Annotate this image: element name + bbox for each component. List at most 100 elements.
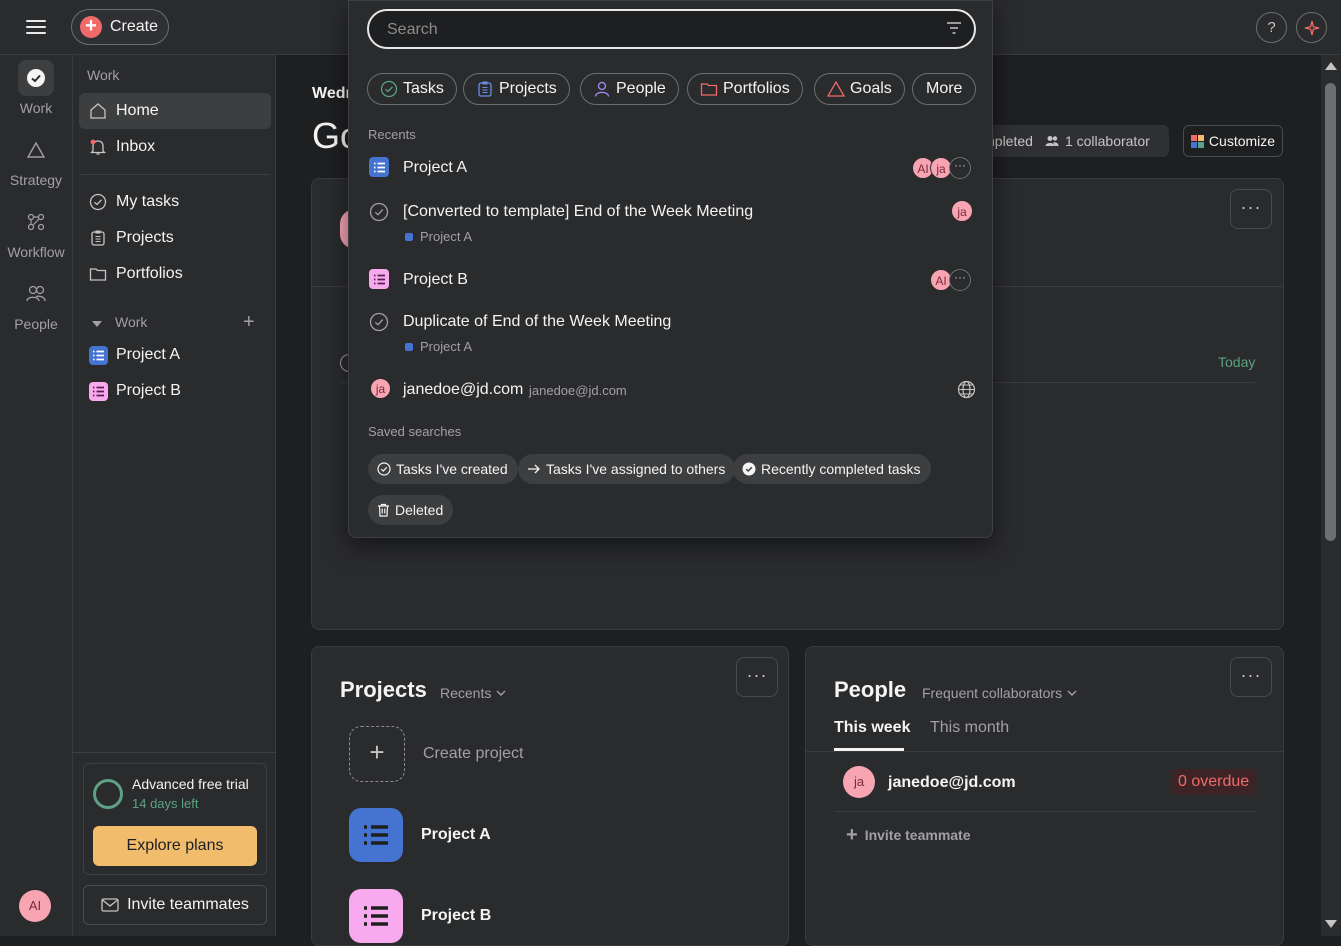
ai-sparkle-button[interactable] [1296,12,1327,43]
avatar[interactable]: ja [843,766,875,798]
sidebar: Work Home Inbox My tasks Projects Portfo… [72,55,276,936]
overdue-badge: 0 overdue [1172,769,1256,795]
plus-icon: + [846,824,858,846]
rail-item-strategy[interactable]: Strategy [0,132,72,188]
search-box[interactable] [367,9,976,49]
chevron-down-icon [1067,690,1077,696]
left-rail: Work Strategy Workflow People AI [0,55,72,936]
recent-item[interactable]: Project B AI ··· [359,263,983,297]
filter-icon[interactable] [946,21,962,35]
help-button[interactable]: ? [1256,12,1287,43]
project-a-tile[interactable] [349,808,403,862]
recent-item[interactable]: Duplicate of End of the Week Meeting Pro… [359,306,983,362]
saved-search-completed[interactable]: Recently completed tasks [733,454,931,484]
list-icon [88,345,108,365]
scroll-up-arrow-icon[interactable] [1324,61,1338,71]
check-circle-icon [369,312,389,337]
recent-project-tag: Project A [405,339,472,354]
chip-projects[interactable]: Projects [463,73,570,105]
chip-people[interactable]: People [580,73,679,105]
sidebar-item-label: Project B [116,382,181,399]
project-b-swatch [369,269,389,289]
rail-item-work[interactable]: Work [0,60,72,116]
tab-this-week[interactable]: This week [834,719,910,737]
sidebar-item-project-b[interactable]: Project B [79,373,271,409]
recent-item[interactable]: ja janedoe@jd.com janedoe@jd.com [359,373,983,407]
chip-more[interactable]: More [912,73,977,105]
project-b-tile[interactable] [349,889,403,943]
rail-item-people[interactable]: People [0,276,72,332]
invite-label: Invite teammates [127,896,249,913]
card-menu-button[interactable]: ··· [1230,657,1272,697]
scroll-thumb[interactable] [1325,83,1336,541]
home-icon [88,101,108,121]
people-filter-dropdown[interactable]: Frequent collaborators [922,685,1077,701]
chip-portfolios[interactable]: Portfolios [687,73,803,105]
main-scrollbar[interactable] [1321,55,1341,936]
add-icon[interactable]: + [243,312,255,332]
collaborators-icon [1045,135,1059,147]
trial-panel: Advanced free trial 14 days left Explore… [83,763,267,875]
sidebar-divider [73,752,275,753]
invite-teammate-link[interactable]: + Invite teammate [846,824,971,846]
clipboard-icon [88,228,108,248]
customize-button[interactable]: Customize [1183,125,1283,157]
card-menu-button[interactable]: ··· [736,657,778,697]
card-menu-button[interactable]: ··· [1230,189,1272,229]
trial-title: Advanced free trial [132,776,249,792]
projects-filter-dropdown[interactable]: Recents [440,685,506,701]
create-button[interactable]: + Create [71,9,169,45]
caret-down-icon[interactable] [91,316,103,334]
trash-icon [377,503,390,517]
check-circle-icon [18,60,54,96]
saved-search-created[interactable]: Tasks I've created [368,454,518,484]
project-name[interactable]: Project A [421,826,491,844]
invite-teammates-button[interactable]: Invite teammates [83,885,267,925]
chip-tasks[interactable]: Tasks [367,73,457,105]
search-popup: Tasks Projects People Portfolios Goals M… [348,0,993,538]
sidebar-item-label: Projects [116,229,174,246]
check-circle-icon [88,192,108,212]
project-a-swatch [88,345,108,365]
bell-icon [88,137,108,157]
chip-goals[interactable]: Goals [814,73,905,105]
check-circle-filled-icon [742,462,756,476]
sidebar-item-home[interactable]: Home [79,93,271,129]
tab-this-month[interactable]: This month [930,719,1009,737]
sidebar-group-work[interactable]: Work [115,314,147,330]
saved-search-deleted[interactable]: Deleted [368,495,454,525]
recent-item[interactable]: [Converted to template] End of the Week … [359,196,983,252]
rail-item-workflow[interactable]: Workflow [0,204,72,260]
create-project-label[interactable]: Create project [423,745,524,763]
person-email[interactable]: janedoe@jd.com [888,774,1016,792]
rail-label: Work [19,100,53,116]
recent-item[interactable]: Project A AI ja ··· [359,151,983,185]
scroll-down-arrow-icon[interactable] [1324,919,1338,929]
project-name[interactable]: Project B [421,907,491,925]
rail-label: Workflow [7,244,65,260]
clipboard-icon [476,80,494,98]
sidebar-item-label: Inbox [116,138,156,155]
project-a-swatch [369,157,389,177]
invite-teammate-label: Invite teammate [864,827,971,843]
recent-title: Project B [403,271,468,288]
user-avatar[interactable]: AI [19,890,51,922]
saved-search-assigned[interactable]: Tasks I've assigned to others [518,454,736,484]
sidebar-item-portfolios[interactable]: Portfolios [79,256,271,292]
widgets-icon [1190,134,1204,148]
sidebar-section-title: Work [87,67,120,83]
projects-card-title: Projects [340,677,427,702]
task-due-date: Today [1218,354,1256,370]
create-project-icon[interactable]: + [349,726,405,782]
chip-label: Tasks [403,80,444,97]
list-icon [88,381,108,401]
sidebar-item-my-tasks[interactable]: My tasks [79,184,271,220]
explore-plans-button[interactable]: Explore plans [93,826,257,866]
sidebar-item-inbox[interactable]: Inbox [79,129,271,165]
sidebar-item-project-a[interactable]: Project A [79,337,271,373]
chip-label: More [926,80,963,97]
search-input[interactable] [387,19,927,41]
saved-label: Deleted [395,502,444,518]
menu-icon[interactable] [24,16,48,38]
sidebar-item-projects[interactable]: Projects [79,220,271,256]
